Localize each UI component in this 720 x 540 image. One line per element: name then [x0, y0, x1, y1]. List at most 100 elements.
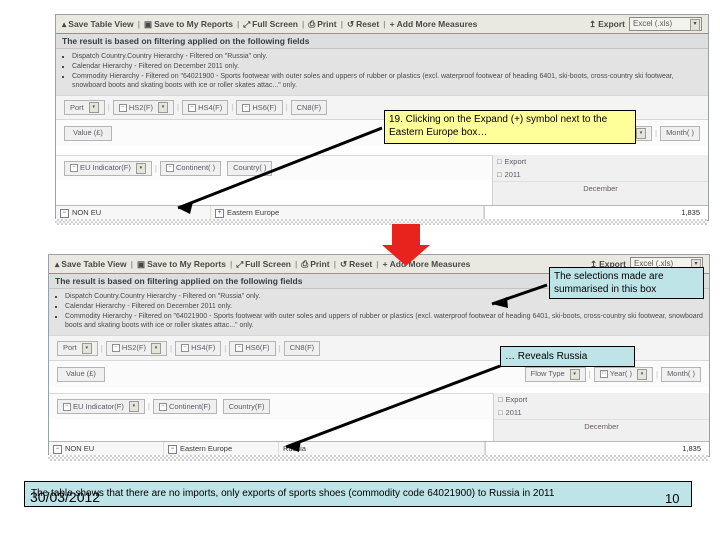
- export-button-top[interactable]: ↥ Export: [589, 15, 625, 33]
- cn8-button-top[interactable]: CN8(F): [290, 100, 328, 115]
- fullscreen-icon: ⤢: [243, 19, 251, 29]
- collapse-minus-icon[interactable]: −: [60, 208, 69, 218]
- chevron-down-icon: ▾: [151, 342, 162, 354]
- print-icon: ⎙: [301, 259, 309, 269]
- divider: |: [655, 369, 659, 379]
- column-year-2011-top[interactable]: □ 2011: [493, 168, 708, 181]
- column-year-2011-bottom[interactable]: □ 2011: [494, 406, 709, 419]
- print-button-top[interactable]: ⎙ Print: [308, 15, 336, 33]
- divider: |: [154, 163, 157, 173]
- list-item: Commodity Hierarchy - Filtered on "64021…: [65, 312, 703, 330]
- report-toolbar-top: ▴ Save Table View | ▣ Save to My Reports…: [56, 15, 708, 34]
- collapse-minus-icon: −: [235, 344, 244, 352]
- expand-plus-icon[interactable]: +: [215, 208, 224, 218]
- cell-continent-eastern-europe-top[interactable]: + Eastern Europe: [211, 206, 484, 220]
- divider: |: [170, 343, 173, 353]
- hs6-button-top[interactable]: − HS6(F): [236, 100, 283, 115]
- eu-indicator-button-top[interactable]: − EU Indicator(F) ▾: [64, 160, 152, 176]
- chevron-down-icon: ▾: [636, 368, 647, 380]
- column-flow-export-bottom[interactable]: □ Export: [494, 393, 709, 406]
- callout-reveals-russia: … Reveals Russia: [500, 346, 635, 367]
- hs4-button-top[interactable]: − HS4(F): [182, 100, 229, 115]
- disk-icon: ▣: [144, 19, 153, 29]
- export-icon: ↥: [588, 19, 597, 29]
- add-icon: +: [389, 19, 395, 29]
- save-to-my-reports-button-top[interactable]: ▣ Save to My Reports: [144, 15, 233, 33]
- month-button-top[interactable]: Month( ): [660, 125, 700, 141]
- panel-edge-hatch-bottom: [48, 455, 708, 461]
- value-measure-button-bottom[interactable]: Value (£): [57, 366, 105, 382]
- hs2-button-bottom[interactable]: − HS2(F) ▾: [105, 340, 168, 356]
- disk-icon: ▣: [137, 259, 146, 269]
- collapse-minus-icon: −: [188, 103, 197, 112]
- port-button-bottom[interactable]: Port ▾: [57, 340, 98, 356]
- flow-type-button-bottom[interactable]: Flow Type ▾: [524, 366, 586, 382]
- geo-bar-top: − EU Indicator(F) ▾ | − Continent( ) Cou…: [56, 155, 492, 180]
- add-more-measures-button-bottom[interactable]: + Add More Measures: [383, 255, 471, 273]
- callout-step-19: 19. Clicking on the Expand (+) symbol ne…: [384, 110, 636, 144]
- eu-indicator-button-bottom[interactable]: − EU Indicator(F) ▾: [57, 399, 145, 414]
- checkbox-icon: □: [497, 157, 502, 166]
- divider: |: [588, 369, 591, 379]
- cell-eu-indicator-bottom[interactable]: − NON EU: [49, 442, 164, 456]
- value-measure-button-top[interactable]: Value (£): [64, 125, 112, 141]
- reset-icon: ↺: [339, 259, 348, 269]
- collapse-minus-icon[interactable]: −: [168, 444, 177, 454]
- divider: |: [285, 103, 288, 112]
- toolbar-separator: |: [295, 259, 298, 269]
- list-item: Dispatch Country.Country Hierarchy - Fil…: [72, 52, 702, 61]
- toolbar-separator: |: [333, 259, 336, 269]
- hs6-button-bottom[interactable]: − HS6(F): [229, 340, 276, 356]
- print-button-bottom[interactable]: ⎙ Print: [301, 255, 329, 273]
- hs4-button-bottom[interactable]: − HS4(F): [175, 340, 222, 356]
- geo-bar-bottom: − EU Indicator(F) ▾ | − Continent(F) Cou…: [49, 393, 493, 419]
- chevron-down-icon: ▾: [690, 19, 700, 31]
- continent-button-bottom[interactable]: − Continent(F): [152, 399, 217, 414]
- reset-button-bottom[interactable]: ↺ Reset: [340, 255, 372, 273]
- callout-caption-text: The table shows that there are no import…: [31, 488, 555, 499]
- reset-button-top[interactable]: ↺ Reset: [347, 15, 379, 33]
- collapse-minus-icon: −: [63, 402, 71, 411]
- cn8-button-bottom[interactable]: CN8(F): [283, 340, 321, 356]
- toolbar-separator: |: [130, 259, 134, 269]
- column-flow-export-top[interactable]: □ Export: [493, 155, 708, 168]
- toolbar-separator: |: [229, 259, 233, 269]
- filter-summary-list-top: Dispatch Country.Country Hierarchy - Fil…: [56, 49, 708, 95]
- export-format-select-top[interactable]: Excel (.xls) ▾: [629, 17, 702, 31]
- cell-eu-indicator-top[interactable]: − NON EU: [56, 206, 211, 220]
- save-table-view-button-top[interactable]: ▴ Save Table View: [62, 15, 134, 33]
- toolbar-separator: |: [340, 19, 343, 29]
- column-month-december-bottom: December: [494, 419, 709, 434]
- save-icon: ▴: [55, 259, 60, 269]
- toolbar-separator: |: [383, 19, 386, 29]
- toolbar-separator: |: [137, 19, 141, 29]
- collapse-minus-icon: −: [242, 103, 251, 112]
- divider: |: [177, 103, 180, 112]
- year-button-bottom[interactable]: □ Year( ) ▾: [593, 366, 653, 382]
- save-table-view-button-bottom[interactable]: ▴ Save Table View: [55, 255, 127, 273]
- country-button-bottom[interactable]: Country(F): [222, 399, 271, 414]
- collapse-minus-icon: −: [158, 402, 167, 411]
- toolbar-separator: |: [302, 19, 305, 29]
- reset-icon: ↺: [346, 19, 355, 29]
- continent-button-top[interactable]: − Continent( ): [159, 160, 222, 176]
- country-button-top[interactable]: Country( ): [227, 160, 273, 176]
- full-screen-button-bottom[interactable]: ⤢ Full Screen: [236, 255, 291, 273]
- toolbar-separator: |: [376, 259, 379, 269]
- full-screen-button-top[interactable]: ⤢ Full Screen: [243, 15, 298, 33]
- callout-caption: The table shows that there are no import…: [24, 481, 692, 507]
- date-stamp: 30/03/2012: [30, 489, 101, 505]
- port-button-top[interactable]: Port ▾: [64, 100, 105, 115]
- table-row-top: − NON EU + Eastern Europe 1,835: [56, 205, 708, 220]
- chevron-down-icon: ▾: [635, 127, 646, 139]
- collapse-minus-icon[interactable]: −: [53, 444, 62, 454]
- add-more-measures-button-top[interactable]: + Add More Measures: [390, 15, 478, 33]
- cell-country-russia-bottom[interactable]: Russia: [279, 442, 485, 456]
- expand-plus-icon: −: [165, 164, 174, 172]
- add-icon: +: [382, 259, 388, 269]
- month-button-bottom[interactable]: Month( ): [661, 366, 701, 382]
- table-row-bottom: − NON EU − Eastern Europe Russia 1,835: [49, 441, 709, 456]
- cell-continent-eastern-europe-bottom[interactable]: − Eastern Europe: [164, 442, 279, 456]
- save-to-my-reports-button-bottom[interactable]: ▣ Save to My Reports: [137, 255, 226, 273]
- hs2-button-top[interactable]: − HS2(F) ▾: [112, 100, 175, 115]
